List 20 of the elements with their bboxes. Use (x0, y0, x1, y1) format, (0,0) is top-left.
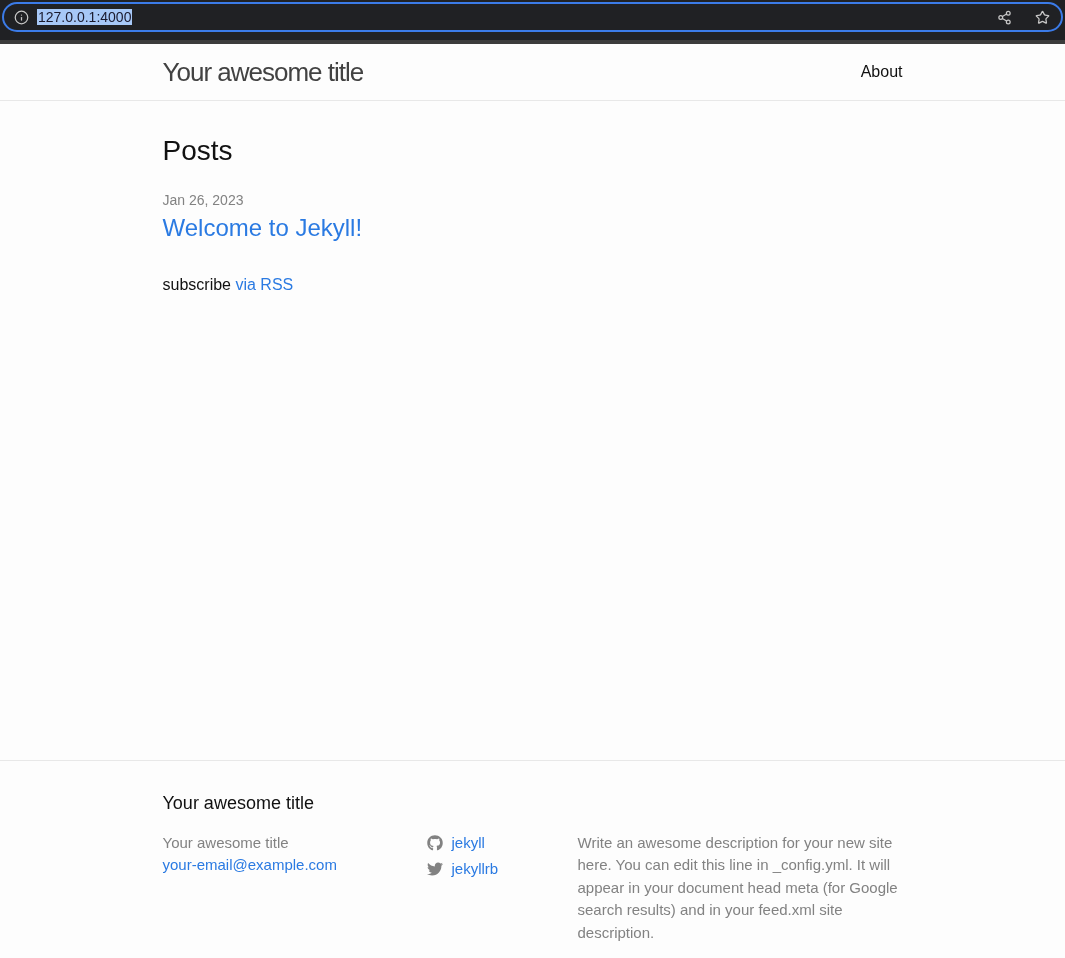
social-link[interactable]: jekyllrb (426, 858, 499, 881)
url-text: 127.0.0.1:4000 (37, 9, 133, 25)
post-date: Jan 26, 2023 (162, 192, 245, 208)
share-icon[interactable] (996, 9, 1012, 25)
address-bar[interactable]: 127.0.0.1:4000 (2, 2, 1063, 32)
star-icon[interactable] (1034, 9, 1050, 25)
site-title[interactable]: Your awesome title (162, 56, 364, 88)
nav-link[interactable]: About (860, 63, 903, 80)
social-link[interactable]: jekyll (426, 831, 485, 854)
info-icon[interactable] (14, 9, 29, 25)
email-link[interactable]: your-email@example.com (162, 854, 337, 877)
footer-name: Your awesome title (162, 832, 289, 853)
site-description: Write an awesome description for your new site here. You can edit this line in _config.yml. It will appear in your document head meta (for Google search results) and in your feed.xml site description. (577, 832, 899, 943)
rss-link[interactable]: via RSS (235, 276, 294, 293)
subscribe-text: subscribe (162, 276, 231, 293)
page-heading: Posts (162, 135, 234, 167)
bird-icon (426, 861, 443, 878)
post-link[interactable]: Welcome to Jekyll! (162, 214, 903, 242)
footer-heading: Your awesome title (162, 792, 315, 814)
github-icon (426, 834, 443, 851)
